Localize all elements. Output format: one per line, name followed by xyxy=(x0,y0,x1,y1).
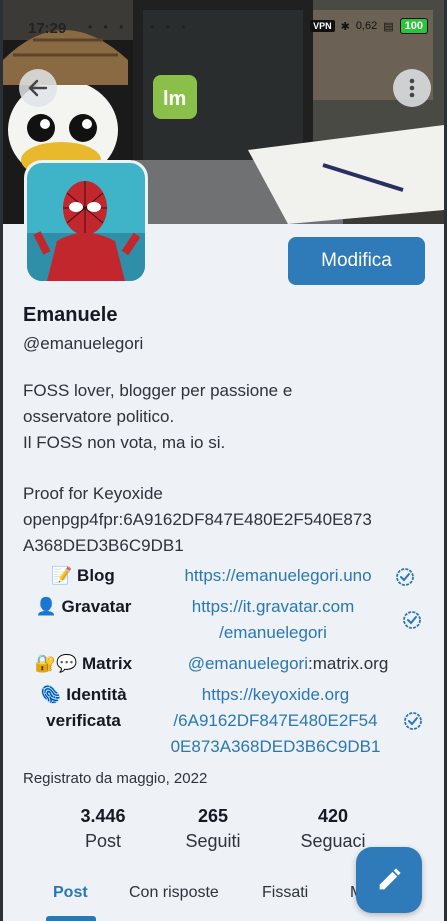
avatar[interactable] xyxy=(24,160,148,284)
tab-posts[interactable]: Post xyxy=(53,884,88,902)
bio-line: FOSS lover, blogger per passione e xyxy=(23,381,293,400)
field-label: 👤 Gravatar xyxy=(35,597,132,616)
verified-check-icon xyxy=(404,712,422,730)
stat-label: Seguiti xyxy=(185,831,241,851)
tab-with-replies[interactable]: Con risposte xyxy=(129,884,219,902)
notification-icons: • • • • • • • xyxy=(88,20,190,34)
field-link-text[interactable]: /emanuelegori xyxy=(168,620,378,646)
field-link[interactable]: @emanuelegori:matrix.org xyxy=(163,651,413,677)
profile-screen: lm 17:29 • • • • • • • VPN ✱ 0,62 ▤ 100 xyxy=(3,0,444,921)
edit-profile-button[interactable]: Modifica xyxy=(288,237,425,285)
compose-button[interactable] xyxy=(356,847,422,913)
stat-following[interactable]: 265 Seguiti xyxy=(153,806,273,852)
pencil-icon xyxy=(379,868,401,890)
field-link-text[interactable]: /6A9162DF847E480E2F54 xyxy=(153,708,398,734)
avatar-image xyxy=(27,163,145,281)
arrow-left-icon xyxy=(28,79,48,97)
stat-followers[interactable]: 420 Seguaci xyxy=(273,806,393,852)
field-link-text[interactable]: @emanuelegori xyxy=(188,654,308,673)
battery-indicator: 100 xyxy=(399,18,428,34)
verified-check-icon xyxy=(403,611,421,629)
bluetooth-icon: ✱ xyxy=(340,20,350,33)
display-name: Emanuele xyxy=(23,304,118,326)
field-link[interactable]: https://keyoxide.org /6A9162DF847E480E2F… xyxy=(153,682,398,760)
field-link[interactable]: https://emanuelegori.uno xyxy=(163,563,393,589)
back-button[interactable] xyxy=(19,69,57,107)
stat-posts[interactable]: 3.446 Post xyxy=(43,806,163,852)
field-link-text[interactable]: 0E873A368DED3B6C9DB1 xyxy=(153,734,398,760)
field-link-text[interactable]: https://it.gravatar.com xyxy=(168,594,378,620)
more-vertical-icon xyxy=(409,78,415,98)
tab-pinned[interactable]: Fissati xyxy=(262,884,308,902)
verified-check-icon xyxy=(396,568,414,586)
field-link[interactable]: https://it.gravatar.com /emanuelegori xyxy=(168,594,378,646)
field-link-text[interactable]: https://emanuelegori.uno xyxy=(184,566,371,585)
field-label: 🔐💬 Matrix xyxy=(34,654,133,673)
signal-icon: ▤ xyxy=(383,20,394,33)
field-label: 🫆 Identità verificata xyxy=(21,682,146,734)
status-right: VPN ✱ 0,62 ▤ 100 xyxy=(310,18,428,34)
stat-count: 3.446 xyxy=(80,806,126,826)
vpn-badge: VPN xyxy=(310,20,335,32)
bio-line: osservatore politico. xyxy=(23,406,175,426)
field-plain-text: :matrix.org xyxy=(307,654,389,673)
status-bar: 17:29 • • • • • • • VPN ✱ 0,62 ▤ 100 xyxy=(3,0,444,37)
more-options-button[interactable] xyxy=(393,69,431,107)
active-tab-indicator xyxy=(46,916,96,921)
field-link-text[interactable]: https://keyoxide.org xyxy=(153,682,398,708)
bio-line: openpgp4fpr:6A9162DF847E480E2F540E873 xyxy=(23,509,372,529)
bio-line: A368DED3B6C9DB1 xyxy=(23,535,184,555)
field-label: 📝 Blog xyxy=(51,566,115,585)
joined-date: Registrato da maggio, 2022 xyxy=(23,770,208,787)
stat-label: Post xyxy=(84,831,122,851)
profile-bio: FOSS lover, blogger per passione e osser… xyxy=(23,378,433,559)
bio-line: Proof for Keyoxide xyxy=(23,484,163,504)
stat-count: 265 xyxy=(197,806,229,826)
stat-count: 420 xyxy=(317,806,349,826)
svg-text:lm: lm xyxy=(163,88,186,110)
account-handle: @emanuelegori xyxy=(23,334,144,353)
bio-line xyxy=(23,455,433,481)
bio-line: Il FOSS non vota, ma io si. xyxy=(23,432,226,452)
field-label-line: verificata xyxy=(46,711,121,730)
status-time: 17:29 xyxy=(28,20,67,37)
network-speed: 0,62 xyxy=(355,20,378,32)
field-label-line: 🫆 Identità xyxy=(40,685,127,704)
